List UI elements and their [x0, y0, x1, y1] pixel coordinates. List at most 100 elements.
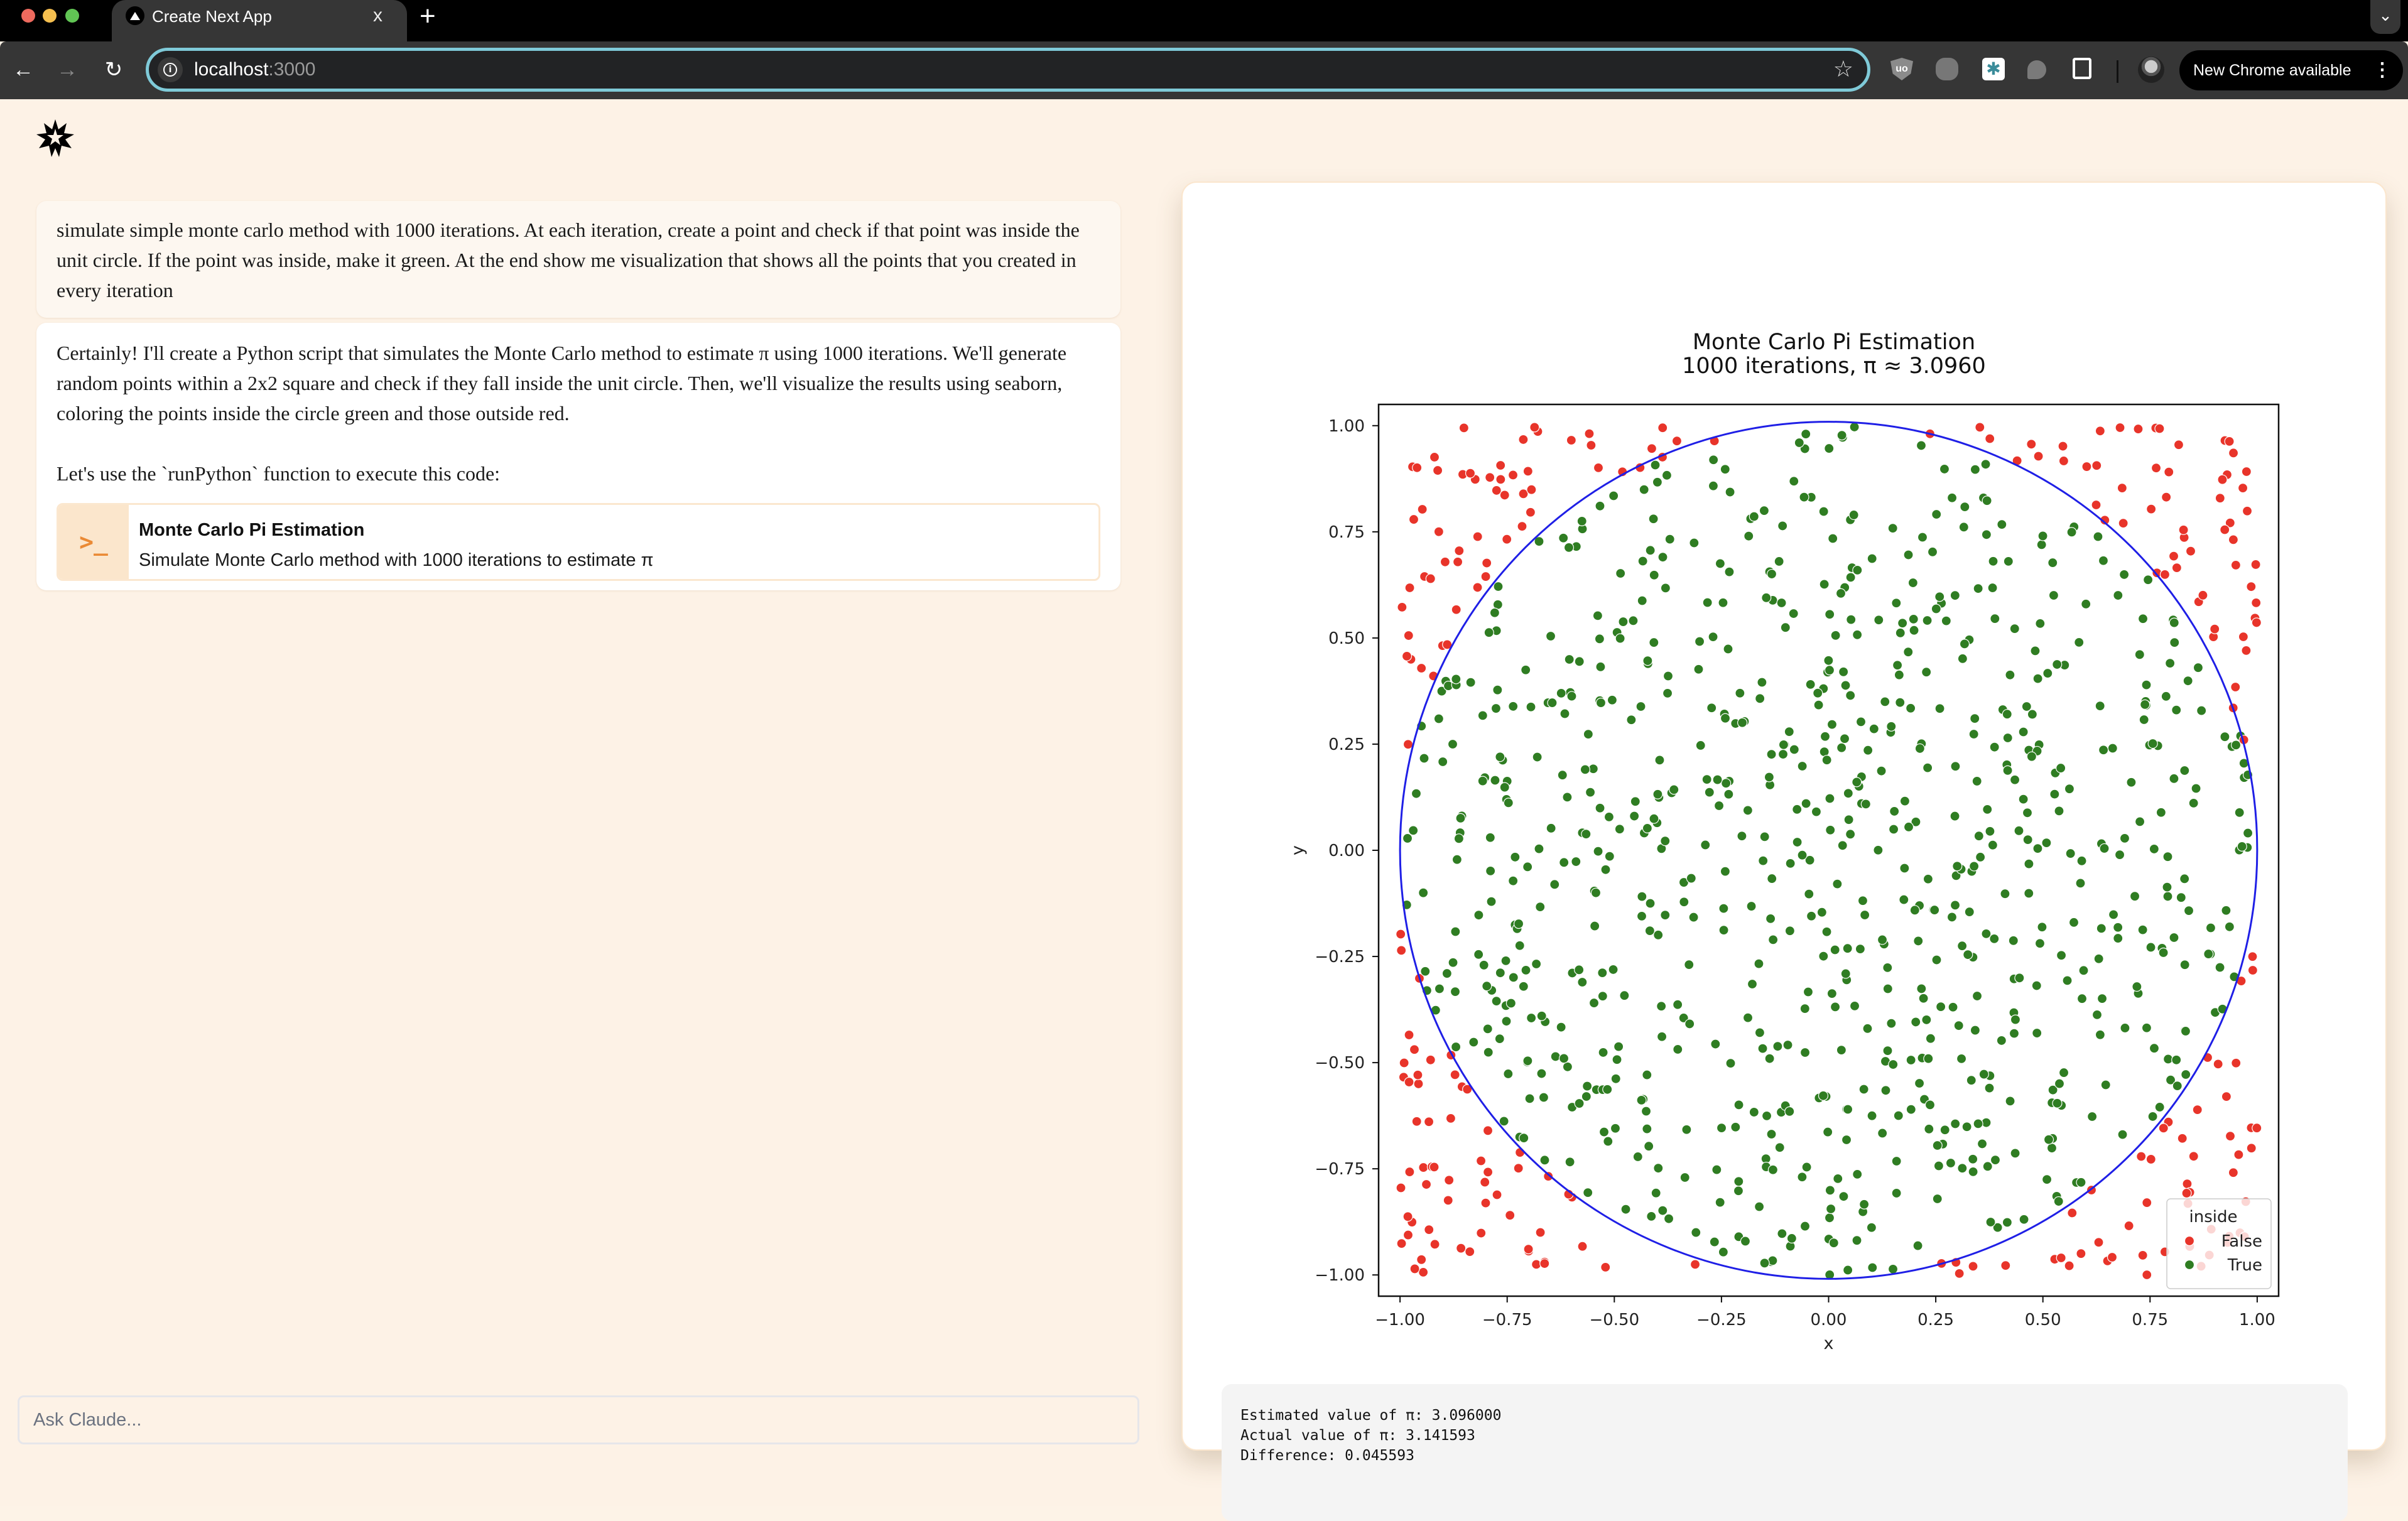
point-inside [2107, 743, 2118, 754]
point-inside [2180, 1026, 2191, 1037]
x-tick-label: 0.75 [2132, 1311, 2168, 1329]
point-inside [2193, 663, 2204, 673]
extensions-puzzle-icon[interactable] [2073, 58, 2091, 79]
point-inside [2137, 614, 2149, 624]
perplexity-extension-icon[interactable] [1982, 58, 2005, 80]
point-inside [1694, 636, 1705, 647]
point-inside [1784, 1106, 1795, 1117]
point-inside [1789, 744, 1799, 755]
tool-call-card[interactable]: >_ Monte Carlo Pi Estimation Simulate Mo… [57, 503, 1100, 581]
address-bar[interactable]: i localhost:3000 ☆ [146, 48, 1870, 92]
point-inside [1709, 1237, 1720, 1247]
point-inside [1973, 583, 1983, 594]
chat-input[interactable]: Ask Claude... [18, 1395, 1139, 1444]
point-outside [1522, 466, 1533, 477]
point-inside [1929, 904, 1940, 916]
point-inside [1649, 637, 1659, 648]
point-inside [1689, 538, 1700, 548]
point-inside [1546, 823, 1556, 833]
point-inside [1973, 1118, 1983, 1129]
window-minimize-button[interactable] [43, 9, 57, 23]
point-outside [1526, 484, 1537, 495]
point-inside [1473, 910, 1484, 921]
window-zoom-button[interactable] [65, 9, 79, 23]
point-inside [1420, 966, 1431, 977]
point-inside [1839, 733, 1850, 744]
window-close-button[interactable] [21, 9, 35, 23]
point-inside [1877, 1128, 1888, 1139]
point-outside [2145, 1154, 2156, 1165]
point-inside [1932, 1140, 1943, 1151]
point-inside [1534, 843, 1544, 854]
point-inside [2162, 882, 2172, 892]
point-inside [1838, 666, 1849, 677]
point-inside [1956, 1053, 1967, 1064]
reload-icon[interactable]: ↻ [99, 55, 128, 84]
point-inside [1651, 1188, 1661, 1198]
point-inside [1836, 1045, 1847, 1056]
point-inside [1825, 1185, 1835, 1196]
bird-extension-icon[interactable] [2027, 60, 2046, 79]
point-inside [1950, 811, 1960, 821]
point-inside [1637, 556, 1648, 566]
url-text[interactable]: localhost:3000 [194, 58, 315, 81]
point-inside [1888, 1059, 1899, 1070]
point-inside [1574, 965, 1585, 975]
point-outside [2221, 1091, 2232, 1102]
point-inside [1450, 987, 1461, 997]
point-outside [1424, 1225, 1434, 1235]
point-inside [1759, 1258, 1770, 1269]
point-inside [1823, 655, 1834, 666]
bookmark-star-icon[interactable]: ☆ [1833, 56, 1853, 84]
point-inside [2022, 808, 2033, 818]
point-outside [2064, 1260, 2074, 1271]
point-inside [1721, 778, 1732, 789]
new-chrome-available-button[interactable]: New Chrome available ⋮ [2179, 50, 2403, 90]
back-icon[interactable]: ← [9, 55, 38, 84]
scatter-chart: Monte Carlo Pi Estimation 1000 iteration… [1288, 330, 2280, 1353]
point-outside [1646, 443, 1657, 454]
point-inside [2018, 727, 2029, 737]
point-inside [1754, 1201, 1765, 1212]
site-info-icon[interactable]: i [158, 57, 183, 82]
point-inside [2108, 909, 2119, 920]
point-inside [1615, 633, 1625, 644]
point-inside [2113, 922, 2123, 933]
point-inside [1742, 1012, 1754, 1023]
point-inside [1521, 664, 1531, 675]
profile-avatar[interactable] [2138, 57, 2164, 83]
point-inside [2134, 649, 2145, 660]
point-inside [1784, 727, 1794, 737]
point-outside [1480, 571, 1491, 582]
more-menu-icon[interactable]: ⋮ [2373, 50, 2392, 90]
y-tick-label: 0.50 [1328, 629, 1365, 648]
point-inside [1818, 506, 1829, 517]
point-inside [1473, 949, 1484, 960]
browser-tab[interactable]: Create Next App x [112, 0, 407, 41]
point-inside [2154, 1102, 2165, 1113]
point-inside [1797, 760, 1808, 772]
point-inside [2141, 1022, 2152, 1033]
point-inside [2188, 798, 2199, 808]
point-inside [1903, 821, 1914, 832]
point-inside [1895, 697, 1906, 708]
new-tab-button[interactable]: + [420, 3, 436, 30]
point-inside [2179, 765, 2190, 776]
ublock-extension-icon[interactable]: uo [1890, 58, 1913, 80]
point-outside [2251, 617, 2262, 628]
point-inside [1880, 696, 1890, 707]
raccoon-extension-icon[interactable] [1936, 58, 1958, 80]
point-inside [1483, 627, 1494, 638]
tab-search-icon[interactable]: ⌄ [2370, 0, 2400, 34]
point-inside [1950, 1118, 1961, 1129]
forward-icon[interactable]: → [53, 55, 82, 84]
point-outside [2213, 1059, 2223, 1069]
point-inside [1923, 1053, 1934, 1064]
point-inside [2041, 838, 2052, 848]
point-outside [1409, 1264, 1420, 1274]
tab-close-icon[interactable]: x [373, 6, 382, 26]
point-inside [1761, 1110, 1772, 1121]
point-inside [2158, 947, 2169, 958]
chart-title: Monte Carlo Pi Estimation [1693, 330, 1975, 355]
point-inside [2024, 858, 2034, 869]
